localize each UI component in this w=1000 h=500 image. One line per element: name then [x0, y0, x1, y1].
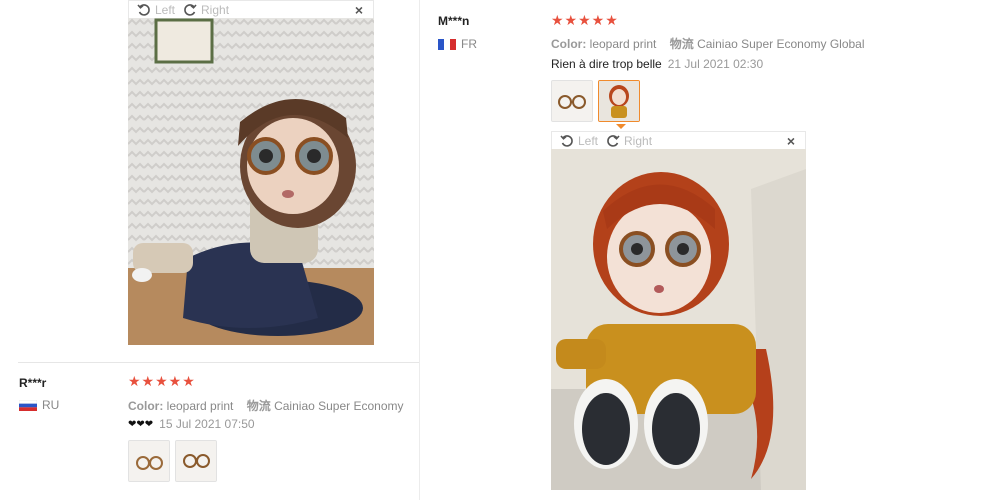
review-photo-brunette-doll[interactable] — [128, 18, 374, 345]
feedback-row: Rien à dire trop belle 21 Jul 2021 02:30 — [551, 57, 763, 71]
feedback-text: Rien à dire trop belle — [551, 57, 662, 71]
rotate-left-button[interactable]: Left — [137, 3, 175, 17]
thumbnail-list — [551, 80, 640, 122]
review-thumbnail[interactable] — [175, 440, 217, 482]
france-flag-icon — [438, 38, 456, 50]
rotate-left-icon — [137, 3, 150, 16]
order-info: Color: leopard print 物流 Cainiao Super Ec… — [128, 397, 404, 414]
rotate-left-icon — [560, 134, 573, 147]
feedback-row: ❤❤❤ 15 Jul 2021 07:50 — [128, 417, 255, 431]
order-info: Color: leopard print 物流 Cainiao Super Ec… — [551, 35, 865, 52]
shipping-value: Cainiao Super Economy Global — [697, 37, 865, 51]
shipping-label: 物流 — [246, 399, 271, 413]
country-code: RU — [42, 398, 60, 412]
rotate-right-button[interactable]: Right — [183, 3, 229, 17]
star-rating: ★★★★★ — [551, 12, 619, 28]
image-viewer-toolbar-left: Left Right × — [128, 0, 374, 18]
close-viewer-button[interactable]: × — [355, 2, 363, 18]
color-label: Color: — [551, 37, 587, 51]
reviewer-country: RU — [18, 398, 60, 412]
thumbnail-list — [128, 440, 217, 482]
russia-flag-icon — [18, 399, 38, 411]
review-date: 15 Jul 2021 07:50 — [159, 417, 255, 431]
rotate-left-label: Left — [578, 133, 599, 148]
feedback-text: ❤❤❤ — [128, 418, 154, 430]
rotate-left-button[interactable]: Left — [560, 134, 598, 148]
shipping-label: 物流 — [669, 37, 694, 51]
review-thumbnail-active[interactable] — [598, 80, 640, 122]
column-divider — [419, 0, 420, 500]
color-label: Color: — [128, 399, 164, 413]
active-thumbnail-pointer — [616, 124, 626, 129]
review-thumbnail[interactable] — [128, 440, 170, 482]
shipping-value: Cainiao Super Economy — [274, 399, 404, 413]
image-viewer-toolbar-right: Left Right × — [551, 131, 806, 149]
review-separator — [18, 362, 419, 363]
reviewer-name: M***n — [438, 14, 470, 28]
rotate-right-icon — [184, 3, 197, 16]
rotate-right-icon — [607, 134, 620, 147]
country-code: FR — [461, 37, 477, 51]
rotate-right-label: Right — [201, 2, 230, 17]
review-photo-redhead-doll[interactable] — [551, 149, 806, 490]
close-viewer-button[interactable]: × — [787, 133, 795, 149]
rotate-right-label: Right — [624, 133, 653, 148]
reviewer-name: R***r — [19, 376, 47, 390]
review-date: 21 Jul 2021 02:30 — [667, 57, 764, 71]
review-thumbnail[interactable] — [551, 80, 593, 122]
color-value: leopard print — [589, 37, 657, 51]
rotate-left-label: Left — [155, 2, 176, 17]
reviewer-country: FR — [438, 37, 477, 51]
star-rating: ★★★★★ — [128, 373, 196, 389]
color-value: leopard print — [166, 399, 234, 413]
rotate-right-button[interactable]: Right — [606, 134, 652, 148]
